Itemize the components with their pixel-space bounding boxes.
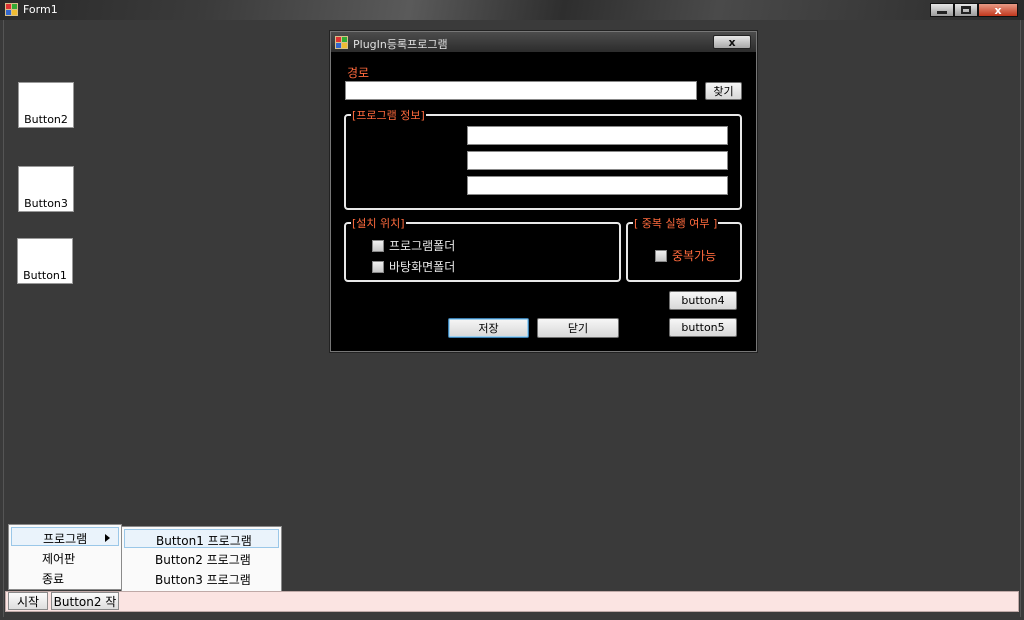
- submenu-item-button3-label: Button3 프로그램: [155, 573, 251, 587]
- taskbar-item-button2-label: Button2 작: [53, 594, 117, 609]
- allow-duplicate-label: 중복가능: [672, 249, 717, 263]
- plugin-dialog: PlugIn등록프로그램 x 경로 찾기 [프로그램 정보] [설치 위치] 프…: [330, 31, 757, 352]
- duplicate-run-title: [ 중복 실행 여부 ]: [633, 215, 719, 231]
- menu-item-programs[interactable]: 프로그램: [11, 527, 119, 546]
- close-icon: x: [728, 35, 736, 49]
- button5-label: button5: [681, 321, 725, 334]
- save-button[interactable]: 저장: [448, 318, 529, 338]
- window-titlebar[interactable]: Form1 x: [0, 0, 1024, 20]
- button2[interactable]: Button2: [18, 82, 74, 128]
- menu-item-exit-label: 종료: [42, 572, 65, 586]
- minimize-button[interactable]: [930, 3, 954, 17]
- program-info-field-3[interactable]: [467, 176, 728, 195]
- submenu-item-button1-label: Button1 프로그램: [156, 534, 252, 548]
- close-icon: x: [994, 3, 1002, 17]
- taskbar-item-button2[interactable]: Button2 작: [51, 592, 119, 610]
- path-input[interactable]: [345, 81, 697, 100]
- window-controls: x: [930, 3, 1018, 17]
- allow-duplicate-checkbox[interactable]: [655, 249, 667, 262]
- window-title: Form1: [23, 3, 58, 16]
- start-menu: 프로그램 제어판 종료: [8, 524, 122, 590]
- program-folder-label: 프로그램폴더: [389, 239, 456, 253]
- button1[interactable]: Button1: [17, 238, 73, 284]
- program-info-title: [프로그램 정보]: [351, 107, 426, 123]
- browse-button-label: 찾기: [713, 85, 734, 98]
- submenu-item-button2-label: Button2 프로그램: [155, 553, 251, 567]
- duplicate-run-group: [ 중복 실행 여부 ] 중복가능: [626, 215, 742, 282]
- submenu-arrow-icon: [105, 534, 110, 542]
- submenu-item-button1[interactable]: Button1 프로그램: [124, 529, 279, 548]
- submenu-item-button2[interactable]: Button2 프로그램: [124, 549, 279, 568]
- start-button-label: 시작: [16, 594, 40, 609]
- button2-label: Button2: [24, 113, 68, 126]
- close-dialog-button-label: 닫기: [567, 322, 589, 335]
- menu-item-programs-label: 프로그램: [43, 532, 88, 546]
- program-info-field-1[interactable]: [467, 126, 728, 145]
- button1-label: Button1: [23, 269, 67, 282]
- dialog-titlebar[interactable]: PlugIn등록프로그램 x: [331, 32, 756, 52]
- path-label: 경로: [347, 66, 370, 80]
- dialog-close-button[interactable]: x: [713, 35, 751, 49]
- browse-button[interactable]: 찾기: [705, 82, 742, 100]
- program-info-group: [프로그램 정보]: [344, 107, 742, 210]
- app-icon: [5, 3, 18, 16]
- maximize-button[interactable]: [954, 3, 978, 17]
- install-location-group: [설치 위치] 프로그램폴더 바탕화면폴더: [344, 215, 621, 282]
- program-folder-checkbox[interactable]: [372, 239, 384, 252]
- install-location-title: [설치 위치]: [351, 215, 406, 231]
- menu-item-control-panel[interactable]: 제어판: [11, 548, 119, 567]
- button3-label: Button3: [24, 197, 68, 210]
- close-dialog-button[interactable]: 닫기: [537, 318, 619, 338]
- menu-item-exit[interactable]: 종료: [11, 568, 119, 587]
- taskbar: [5, 591, 1019, 612]
- allow-duplicate-option[interactable]: 중복가능: [655, 247, 716, 264]
- start-button[interactable]: 시작: [8, 592, 48, 610]
- desktop-folder-checkbox[interactable]: [372, 260, 384, 273]
- programs-submenu: Button1 프로그램 Button2 프로그램 Button3 프로그램: [121, 526, 282, 592]
- submenu-item-button3[interactable]: Button3 프로그램: [124, 569, 279, 588]
- dialog-title: PlugIn등록프로그램: [353, 38, 448, 51]
- desktop-folder-label: 바탕화면폴더: [389, 260, 456, 274]
- dialog-app-icon: [335, 36, 348, 49]
- button5[interactable]: button5: [669, 318, 737, 337]
- program-folder-option[interactable]: 프로그램폴더: [372, 237, 455, 254]
- desktop-folder-option[interactable]: 바탕화면폴더: [372, 258, 455, 275]
- menu-item-control-panel-label: 제어판: [42, 552, 76, 566]
- save-button-label: 저장: [478, 322, 499, 335]
- program-info-field-2[interactable]: [467, 151, 728, 170]
- minimize-icon: [937, 10, 947, 14]
- maximize-icon: [961, 6, 971, 14]
- button4[interactable]: button4: [669, 291, 737, 310]
- close-button[interactable]: x: [978, 3, 1018, 17]
- button3[interactable]: Button3: [18, 166, 74, 212]
- button4-label: button4: [681, 294, 725, 307]
